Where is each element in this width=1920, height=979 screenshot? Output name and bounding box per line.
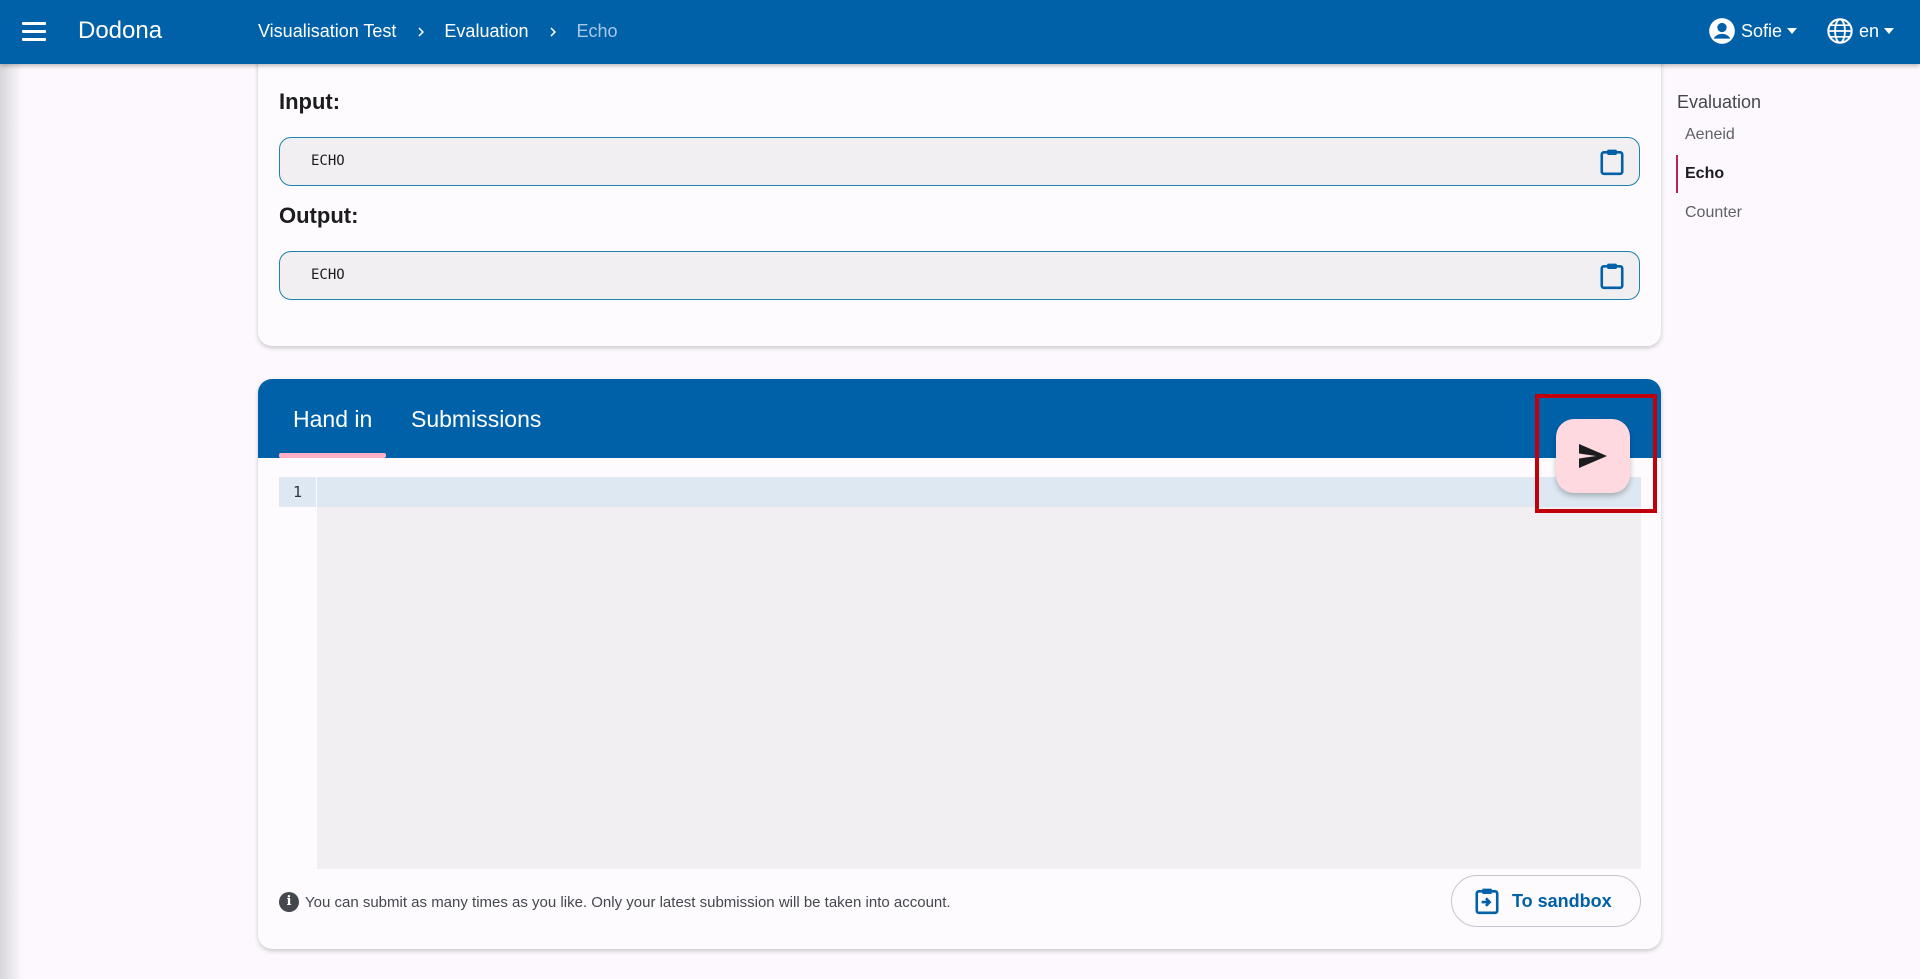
to-sandbox-label: To sandbox <box>1512 890 1612 911</box>
language-menu[interactable]: en <box>1826 17 1895 45</box>
breadcrumb: Visualisation Test Evaluation Echo <box>258 21 618 42</box>
submission-info: i You can submit as many times as you li… <box>279 892 951 912</box>
breadcrumb-series[interactable]: Evaluation <box>444 21 528 42</box>
top-app-bar: Dodona Visualisation Test Evaluation Ech… <box>0 0 1920 64</box>
exercise-description-card: Input: ECHO Output: ECHO <box>258 40 1661 346</box>
left-shade <box>0 64 22 979</box>
active-line-highlight <box>317 477 1641 507</box>
input-code-block: ECHO <box>279 137 1640 186</box>
info-icon: i <box>279 892 299 912</box>
tab-hand-in[interactable]: Hand in <box>293 406 372 433</box>
user-name: Sofie <box>1741 20 1783 41</box>
user-menu[interactable]: Sofie <box>1708 17 1798 45</box>
brand-title[interactable]: Dodona <box>78 17 162 45</box>
active-tab-indicator <box>279 453 386 458</box>
output-code-text: ECHO <box>311 267 345 283</box>
caret-down-icon <box>1787 28 1798 34</box>
editor-text-area[interactable] <box>317 477 1641 869</box>
line-number: 1 <box>279 477 316 507</box>
code-editor[interactable]: 1 <box>279 477 1641 869</box>
input-label: Input: <box>279 89 341 114</box>
clipboard-arrow-icon <box>1475 888 1499 915</box>
menu-icon[interactable] <box>22 22 46 42</box>
chevron-right-icon <box>418 27 425 36</box>
toc-item-aeneid[interactable]: Aeneid <box>1685 126 1735 144</box>
submission-info-text: You can submit as many times as you like… <box>305 893 951 911</box>
account-circle-icon <box>1709 18 1735 44</box>
submission-card: Hand in Submissions 1 i You can submit a… <box>258 379 1661 949</box>
chevron-right-icon <box>550 27 557 36</box>
input-code-text: ECHO <box>311 153 345 169</box>
tab-bar: Hand in Submissions <box>258 379 1661 458</box>
breadcrumb-current: Echo <box>576 21 618 41</box>
toc-title[interactable]: Evaluation <box>1677 92 1761 113</box>
caret-down-icon <box>1884 28 1895 34</box>
tab-submissions[interactable]: Submissions <box>411 406 541 433</box>
toc-item-counter[interactable]: Counter <box>1685 204 1742 222</box>
clipboard-icon[interactable] <box>1599 148 1625 176</box>
globe-icon <box>1827 18 1853 44</box>
clipboard-icon[interactable] <box>1599 262 1625 290</box>
output-code-block: ECHO <box>279 251 1640 300</box>
toc-active-indicator <box>1676 155 1678 193</box>
breadcrumb-course[interactable]: Visualisation Test <box>258 21 396 42</box>
output-label: Output: <box>279 203 359 228</box>
toc-item-echo[interactable]: Echo <box>1685 165 1724 183</box>
to-sandbox-button[interactable]: To sandbox <box>1451 875 1641 927</box>
highlight-box <box>1535 394 1657 513</box>
language-code: en <box>1859 20 1880 41</box>
